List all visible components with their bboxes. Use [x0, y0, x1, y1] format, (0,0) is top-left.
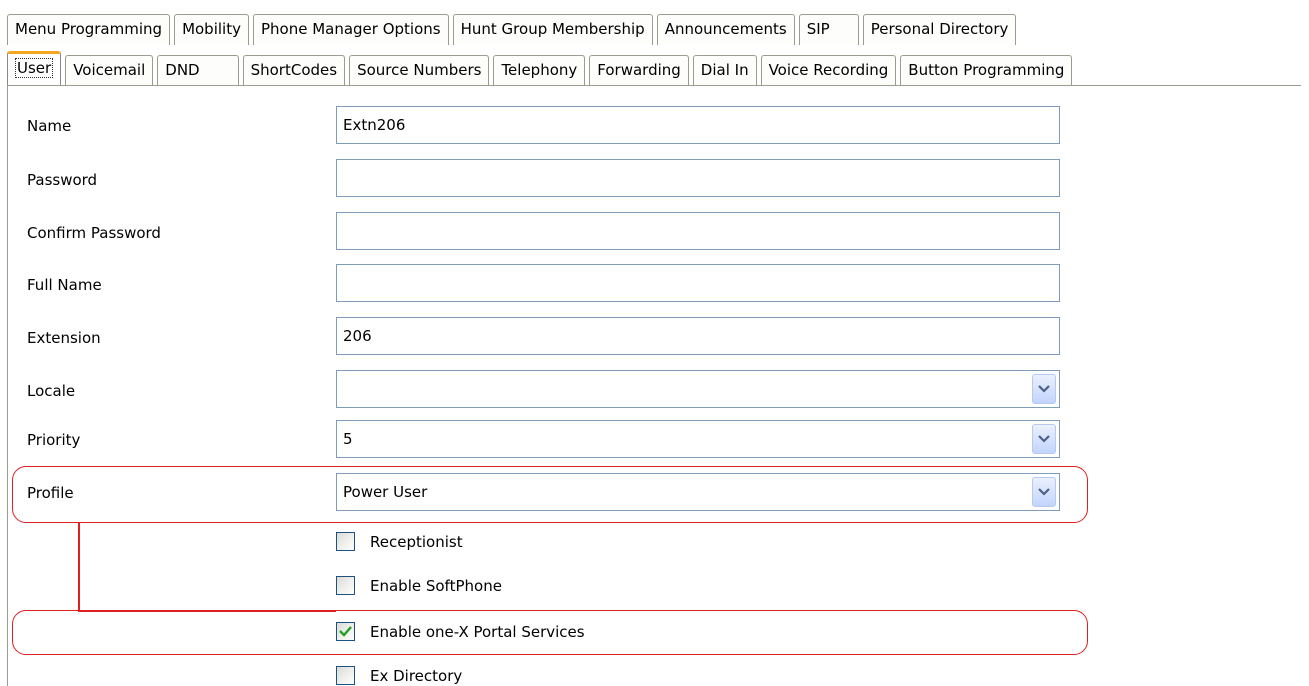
tab-menu-programming[interactable]: Menu Programming	[7, 14, 171, 45]
tab-telephony[interactable]: Telephony	[493, 55, 586, 85]
tab-voice-recording[interactable]: Voice Recording	[760, 55, 897, 85]
extension-field[interactable]: 206	[336, 317, 1060, 355]
profile-highlight	[12, 466, 1088, 523]
tab-personal-directory[interactable]: Personal Directory	[862, 14, 1017, 45]
full-name-label: Full Name	[27, 276, 102, 294]
password-label: Password	[27, 171, 98, 189]
tab-row-front: User Voicemail DND ShortCodes Source Num…	[7, 51, 1076, 85]
chevron-down-icon[interactable]	[1032, 424, 1056, 454]
softphone-checkbox[interactable]	[336, 576, 355, 595]
name-label: Name	[27, 117, 72, 135]
tab-phone-manager-options[interactable]: Phone Manager Options	[252, 14, 449, 45]
priority-select[interactable]: 5	[336, 420, 1060, 458]
tab-hunt-group-membership[interactable]: Hunt Group Membership	[452, 14, 653, 45]
tab-mobility[interactable]: Mobility	[174, 14, 249, 45]
tab-user-label: User	[15, 58, 54, 78]
panel-border-left	[7, 85, 8, 686]
chevron-down-icon[interactable]	[1032, 374, 1056, 404]
tab-dnd[interactable]: DND	[157, 55, 239, 85]
receptionist-checkbox-row[interactable]: Receptionist	[336, 532, 463, 551]
priority-label: Priority	[27, 431, 81, 449]
tab-button-programming[interactable]: Button Programming	[900, 55, 1073, 85]
onex-highlight	[12, 610, 1088, 655]
exdir-checkbox[interactable]	[336, 666, 355, 685]
panel-border-top	[7, 85, 1301, 86]
tab-sip[interactable]: SIP	[798, 14, 859, 45]
extension-label: Extension	[27, 329, 101, 347]
name-field[interactable]: Extn206	[336, 106, 1060, 144]
softphone-checkbox-row[interactable]: Enable SoftPhone	[336, 576, 502, 595]
softphone-label: Enable SoftPhone	[370, 576, 502, 595]
receptionist-checkbox[interactable]	[336, 532, 355, 551]
tab-voicemail[interactable]: Voicemail	[65, 55, 154, 85]
tab-source-numbers[interactable]: Source Numbers	[349, 55, 490, 85]
tab-announcements[interactable]: Announcements	[656, 14, 795, 45]
tab-shortcodes[interactable]: ShortCodes	[242, 55, 346, 85]
exdir-label: Ex Directory	[370, 666, 463, 685]
priority-value: 5	[343, 430, 353, 448]
tab-row-back: Menu Programming Mobility Phone Manager …	[7, 14, 1020, 45]
highlight-connector-vertical	[78, 522, 80, 612]
full-name-field[interactable]	[336, 264, 1060, 302]
confirm-password-field[interactable]	[336, 212, 1060, 250]
locale-select[interactable]	[336, 370, 1060, 408]
receptionist-label: Receptionist	[370, 532, 463, 551]
password-field[interactable]	[336, 159, 1060, 197]
tab-user[interactable]: User	[7, 51, 62, 85]
tab-forwarding[interactable]: Forwarding	[589, 55, 689, 85]
tab-dial-in[interactable]: Dial In	[692, 55, 757, 85]
locale-label: Locale	[27, 382, 76, 400]
confirm-password-label: Confirm Password	[27, 224, 161, 242]
exdir-checkbox-row[interactable]: Ex Directory	[336, 666, 462, 685]
